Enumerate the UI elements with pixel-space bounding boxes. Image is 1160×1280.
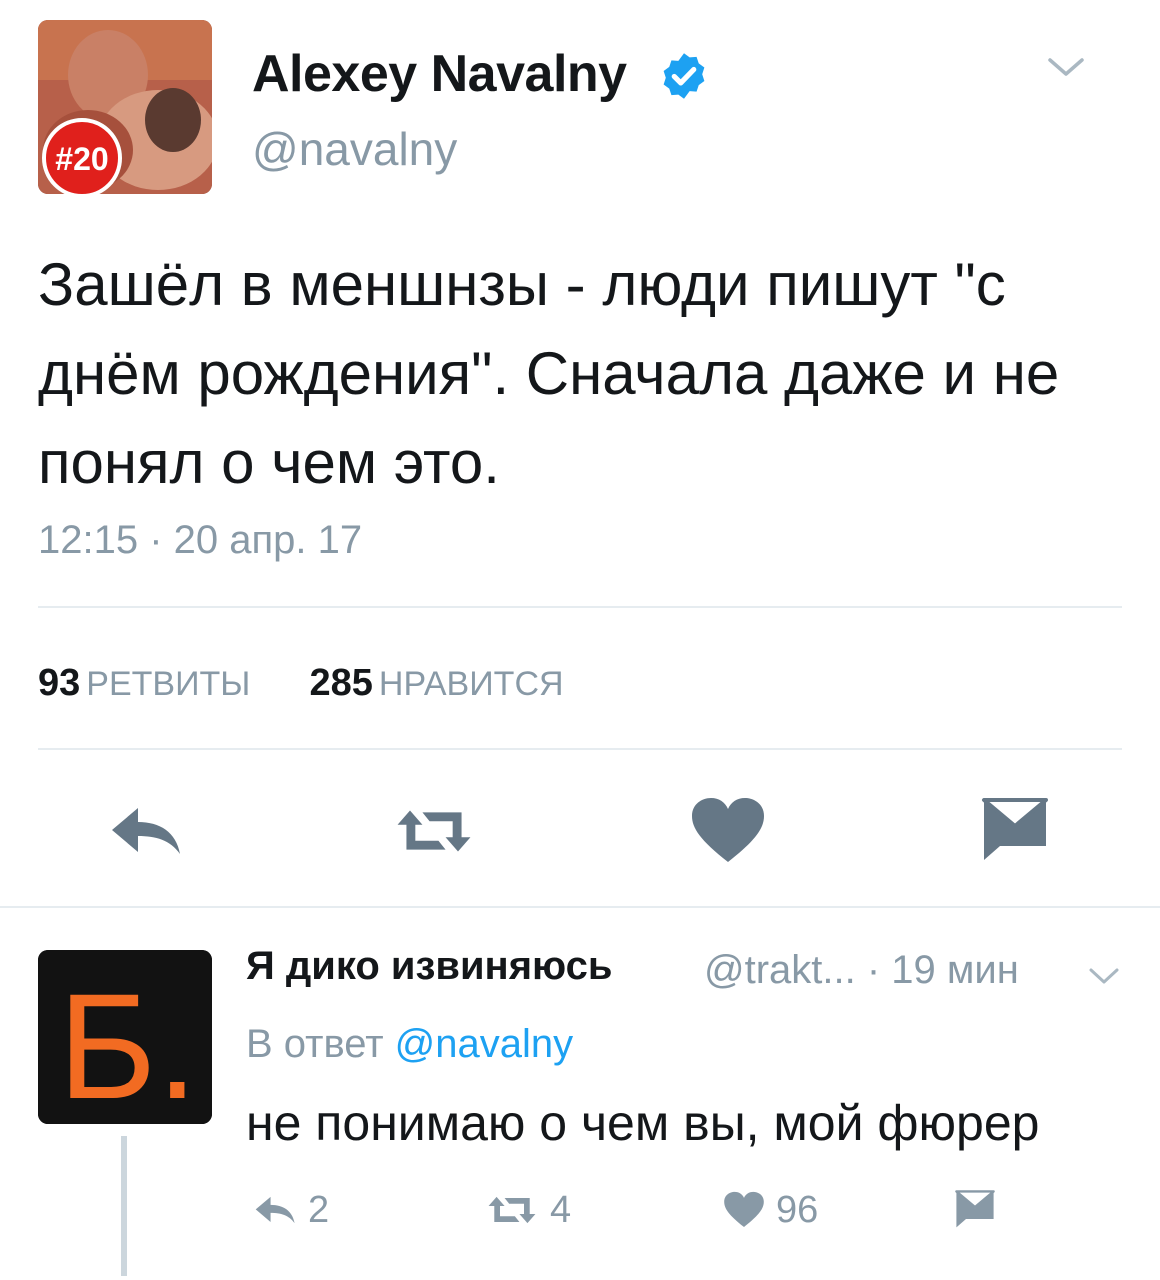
verified-icon <box>663 53 705 99</box>
in-reply-prefix: В ответ <box>246 1022 384 1066</box>
heart-icon <box>724 1191 764 1228</box>
reply-retweet-action[interactable]: 4 <box>484 1186 571 1234</box>
divider <box>38 748 1122 750</box>
reply-count: 2 <box>308 1188 330 1231</box>
author-handle[interactable]: @navalny <box>252 122 457 176</box>
retweet-icon <box>488 1196 536 1224</box>
retweets-label: РЕТВИТЫ <box>86 665 251 703</box>
reply-handle-time[interactable]: @trakt... · 19 мин <box>704 948 1019 993</box>
reply-like-action[interactable]: 96 <box>722 1186 818 1234</box>
reply-author-avatar[interactable]: Б. <box>38 950 212 1124</box>
section-divider <box>0 906 1160 908</box>
likes-count: 285 <box>309 662 373 704</box>
tweet-text: Зашёл в меншнзы - люди пишут "с днём рож… <box>38 251 1060 496</box>
in-reply-to: В ответ @navalny <box>246 1022 573 1067</box>
tweet-timestamp[interactable]: 12:15 · 20 апр. 17 <box>38 518 362 563</box>
chevron-down-icon[interactable] <box>1086 964 1122 988</box>
author-avatar[interactable]: #20 <box>38 20 212 194</box>
author-name[interactable]: Alexey Navalny <box>252 44 627 104</box>
avatar-letter: Б. <box>58 962 198 1124</box>
heart-icon[interactable] <box>688 796 768 866</box>
retweet-icon[interactable] <box>394 796 474 866</box>
likes-stat[interactable]: 285 НРАВИТСЯ <box>310 662 564 704</box>
retweet-count: 4 <box>550 1188 572 1231</box>
reply-icon[interactable] <box>104 796 184 866</box>
avatar-badge: #20 <box>55 141 108 177</box>
divider <box>38 606 1122 608</box>
in-reply-mention[interactable]: @navalny <box>395 1022 573 1066</box>
retweets-stat[interactable]: 93 РЕТВИТЫ <box>38 662 250 704</box>
reply-dm-action[interactable] <box>952 1186 998 1234</box>
reply-icon <box>255 1196 295 1224</box>
dm-icon <box>955 1190 995 1228</box>
thread-line <box>121 1136 127 1276</box>
dm-icon[interactable] <box>978 796 1052 866</box>
reply-reply-action[interactable]: 2 <box>250 1186 329 1234</box>
chevron-down-icon[interactable] <box>1044 52 1088 82</box>
avatar-logo: Б. <box>38 950 212 1124</box>
like-count: 96 <box>776 1188 819 1231</box>
tweet-stats: 93 РЕТВИТЫ 285 НРАВИТСЯ <box>38 662 564 705</box>
reply-author-name[interactable]: Я дико извиняюсь <box>246 944 613 989</box>
reply-text: не понимаю о чем вы, мой фюрер <box>246 1095 1040 1151</box>
avatar-photo: #20 <box>38 20 212 194</box>
retweets-count: 93 <box>38 662 81 704</box>
likes-label: НРАВИТСЯ <box>378 665 564 703</box>
